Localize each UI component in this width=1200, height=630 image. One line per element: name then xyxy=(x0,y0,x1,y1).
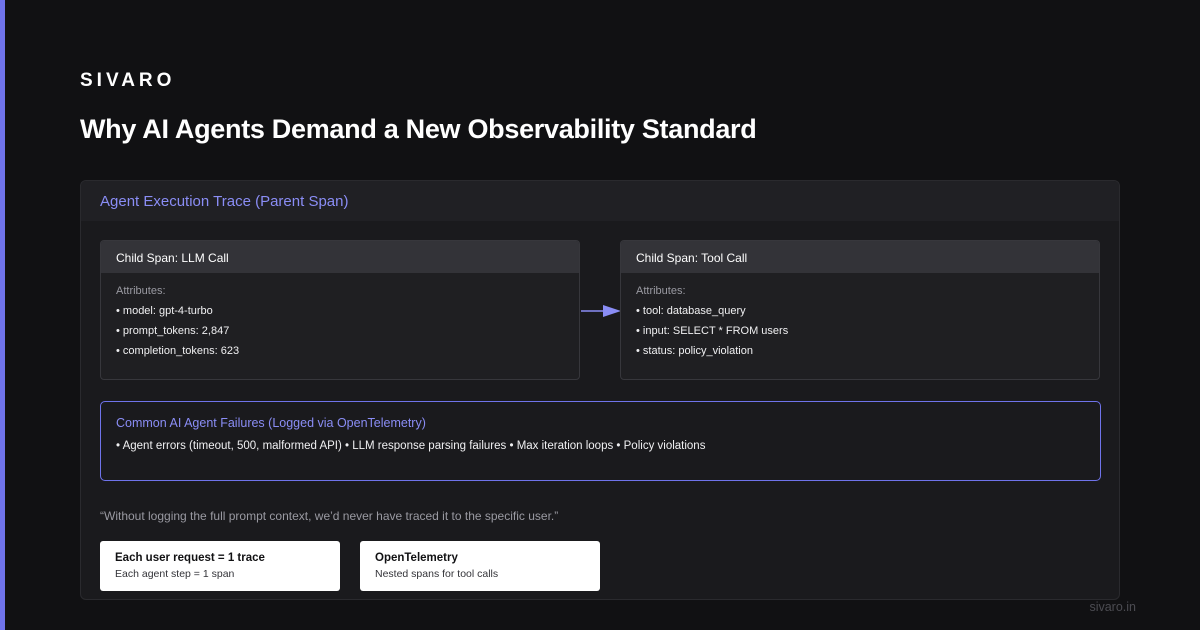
tool-attribute-status: • status: policy_violation xyxy=(636,345,753,357)
trace-info-title: Each user request = 1 trace xyxy=(115,552,265,564)
tool-attribute-input: • input: SELECT * FROM users xyxy=(636,325,789,337)
common-failures-box: Common AI Agent Failures (Logged via Ope… xyxy=(100,401,1101,481)
llm-attributes-label: Attributes: xyxy=(116,285,166,297)
opentelemetry-info-title: OpenTelemetry xyxy=(375,552,458,564)
tool-attribute-tool: • tool: database_query xyxy=(636,305,746,317)
llm-attribute-completion-tokens: • completion_tokens: 623 xyxy=(116,345,240,357)
llm-call-span-title: Child Span: LLM Call xyxy=(101,241,579,273)
llm-attribute-prompt-tokens: • prompt_tokens: 2,847 xyxy=(116,325,230,337)
parent-span-title: Agent Execution Trace (Parent Span) xyxy=(81,181,1119,221)
opentelemetry-info-subtitle: Nested spans for tool calls xyxy=(375,568,499,580)
tool-attributes-label: Attributes: xyxy=(636,285,686,297)
common-failures-list: • Agent errors (timeout, 500, malformed … xyxy=(116,440,706,452)
opentelemetry-info-card: OpenTelemetry Nested spans for tool call… xyxy=(360,541,600,591)
llm-call-span: Child Span: LLM Call Attributes: • model… xyxy=(100,240,580,380)
trace-info-subtitle: Each agent step = 1 span xyxy=(115,568,235,580)
parent-span-panel: Agent Execution Trace (Parent Span) Chil… xyxy=(80,180,1120,600)
tool-call-span-title: Child Span: Tool Call xyxy=(621,241,1099,273)
span-connector-arrow-icon xyxy=(581,305,621,317)
llm-attribute-model: • model: gpt-4-turbo xyxy=(116,305,213,317)
tool-call-span: Child Span: Tool Call Attributes: • tool… xyxy=(620,240,1100,380)
trace-info-card: Each user request = 1 trace Each agent s… xyxy=(100,541,340,591)
brand-logo: SIVARO xyxy=(80,70,176,91)
footer-url: sivaro.in xyxy=(1089,600,1136,614)
common-failures-title: Common AI Agent Failures (Logged via Ope… xyxy=(116,416,426,430)
page-title: Why AI Agents Demand a New Observability… xyxy=(80,114,757,144)
customer-quote: “Without logging the full prompt context… xyxy=(100,509,559,523)
left-accent-bar xyxy=(0,0,5,630)
